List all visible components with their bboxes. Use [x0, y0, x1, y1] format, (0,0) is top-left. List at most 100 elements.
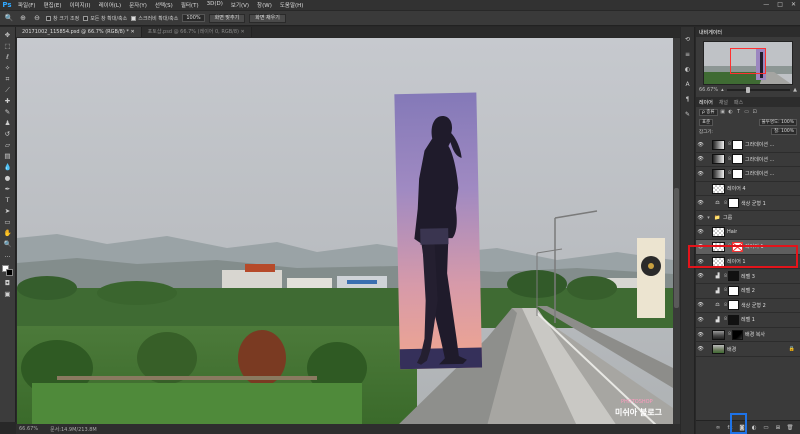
layer-row[interactable]: 👁 ▟ 8 레벨 3	[696, 269, 800, 284]
color-swatches[interactable]	[1, 265, 14, 277]
menu-item-7[interactable]: 3D(D)	[203, 1, 227, 9]
delete-layer-icon[interactable]: 🗑	[786, 424, 794, 432]
layer-row[interactable]: 👁 8 그라데이션 ...	[696, 153, 800, 168]
visibility-eye-icon[interactable]: 👁	[696, 346, 705, 352]
document-canvas[interactable]: PHOTOSHOP 미쉬아 블로그	[17, 38, 673, 426]
checkbox-box[interactable]	[131, 15, 137, 21]
menu-item-3[interactable]: 레이어(L)	[95, 1, 126, 9]
dodge-tool-icon[interactable]: ●	[3, 174, 13, 183]
tab-layers[interactable]: 레이어	[699, 99, 713, 106]
visibility-eye-icon[interactable]: 👁	[696, 142, 705, 148]
visibility-eye-icon[interactable]: 👁	[696, 229, 705, 235]
checkbox-box[interactable]	[83, 15, 89, 21]
layer-row[interactable]: ▟ 8 레벨 2	[696, 284, 800, 299]
marquee-tool-icon[interactable]: ⬚	[3, 42, 13, 51]
menu-item-10[interactable]: 도움말(H)	[276, 1, 308, 9]
navigator-view-box[interactable]	[730, 48, 766, 74]
menu-item-5[interactable]: 선택(S)	[151, 1, 177, 9]
tab-navigator[interactable]: 내비게이터	[699, 29, 722, 36]
quick-mask-icon[interactable]: ◘	[3, 279, 13, 288]
layer-row[interactable]: 레이어 4	[696, 182, 800, 197]
layer-mask-thumbnail[interactable]	[732, 154, 743, 165]
filter-pixel-icon[interactable]: ▣	[720, 109, 726, 116]
tab-document-main[interactable]: 20171002_115854.psd @ 66.7% (RGB/8) * ✕	[16, 27, 142, 37]
gradient-tool-icon[interactable]: ▤	[3, 152, 13, 161]
fill-screen-button[interactable]: 화면 채우기	[249, 13, 286, 23]
eraser-tool-icon[interactable]: ▱	[3, 141, 13, 150]
menu-item-4[interactable]: 문자(Y)	[125, 1, 151, 9]
layer-mask-thumbnail[interactable]	[728, 314, 739, 325]
brush-panel-icon[interactable]: ✎	[683, 110, 692, 119]
type-tool-icon[interactable]: T	[3, 196, 13, 205]
layer-row[interactable]: 👁 ⚖ 8 색상 균형 1	[696, 196, 800, 211]
zoom-in-large-icon[interactable]: ▲	[793, 87, 797, 93]
menu-item-2[interactable]: 이미지(I)	[65, 1, 94, 9]
path-selection-tool-icon[interactable]: ➤	[3, 207, 13, 216]
layer-mask-thumbnail[interactable]	[732, 168, 743, 179]
layer-mask-thumbnail[interactable]	[732, 329, 743, 340]
history-panel-icon[interactable]: ⟲	[683, 35, 692, 44]
layer-filter-select[interactable]: ρ 종류	[699, 109, 718, 116]
visibility-eye-icon[interactable]: 👁	[696, 171, 705, 177]
scrubby-zoom-checkbox[interactable]: 스크러비 확대/축소	[131, 15, 178, 22]
link-layers-icon[interactable]: ∞	[714, 424, 722, 432]
menu-item-9[interactable]: 창(W)	[253, 1, 276, 9]
hand-tool-icon[interactable]: ✋	[3, 229, 13, 238]
opacity-field[interactable]: 불투명도: 100%	[758, 119, 797, 126]
screen-mode-icon[interactable]: ▣	[3, 290, 13, 299]
resize-windows-checkbox[interactable]: 창 크기 조정	[46, 15, 79, 22]
visibility-eye-icon[interactable]: 👁	[696, 332, 705, 338]
navigator-zoom-slider[interactable]	[726, 87, 791, 93]
tab-document-second[interactable]: 포토샵.psd @ 66.7% (레이어 0, RGB/8) ✕	[141, 27, 252, 37]
navigator-zoom-value[interactable]: 66.67%	[699, 87, 718, 93]
layer-row[interactable]: 👁 배경 🔒	[696, 342, 800, 357]
healing-brush-tool-icon[interactable]: ✚	[3, 97, 13, 106]
layer-mask-thumbnail[interactable]	[732, 139, 743, 150]
menu-item-1[interactable]: 편집(E)	[40, 1, 66, 9]
blend-mode-select[interactable]: 표준	[699, 119, 714, 126]
visibility-eye-icon[interactable]: 👁	[696, 302, 705, 308]
blur-tool-icon[interactable]: 💧	[3, 163, 13, 172]
layer-mask-thumbnail[interactable]	[728, 198, 739, 209]
layer-row[interactable]: 👁 Hair	[696, 226, 800, 241]
zoom-tool-icon[interactable]: 🔍	[3, 240, 13, 249]
visibility-eye-icon[interactable]: 👁	[696, 215, 705, 221]
properties-panel-icon[interactable]: ≡	[683, 50, 692, 59]
new-group-icon[interactable]: ▭	[762, 424, 770, 432]
close-button[interactable]: ✕	[791, 1, 796, 8]
clone-stamp-tool-icon[interactable]: ♟	[3, 119, 13, 128]
zoom-out-small-icon[interactable]: ▴	[721, 87, 724, 93]
fill-field[interactable]: 칠: 100%	[771, 128, 797, 135]
tab-paths[interactable]: 패스	[734, 99, 743, 106]
layer-row[interactable]: 👁 ⚖ 8 색상 균형 2	[696, 299, 800, 314]
menu-item-0[interactable]: 파일(F)	[14, 1, 40, 9]
new-adjustment-layer-icon[interactable]: ◐	[750, 424, 758, 432]
status-zoom[interactable]: 66.67%	[19, 426, 38, 432]
rectangle-tool-icon[interactable]: ▭	[3, 218, 13, 227]
move-tool-icon[interactable]: ✥	[3, 31, 13, 40]
filter-smart-icon[interactable]: ⊡	[752, 109, 758, 116]
crop-tool-icon[interactable]: ⌗	[3, 75, 13, 84]
zoom-100-button[interactable]: 100%	[182, 14, 205, 22]
group-expand-icon[interactable]: ▾	[705, 215, 712, 221]
filter-adjust-icon[interactable]: ◐	[728, 109, 734, 116]
visibility-eye-icon[interactable]: 👁	[696, 317, 705, 323]
paragraph-panel-icon[interactable]: ¶	[683, 95, 692, 104]
zoom-tool-icon[interactable]: 🔍	[4, 13, 14, 23]
layer-row[interactable]: 👁 8 배경 복사	[696, 328, 800, 343]
tab-channels[interactable]: 채널	[719, 99, 728, 106]
adjustments-panel-icon[interactable]: ◐	[683, 65, 692, 74]
layer-row[interactable]: 👁 ▾ 📁 그룹	[696, 211, 800, 226]
history-brush-tool-icon[interactable]: ↺	[3, 130, 13, 139]
brush-tool-icon[interactable]: ✎	[3, 108, 13, 117]
scrollbar-thumb[interactable]	[674, 188, 679, 308]
zoom-slider-knob[interactable]	[745, 87, 750, 93]
navigator-thumbnail[interactable]	[703, 41, 793, 85]
more-tools-icon[interactable]: …	[3, 251, 13, 260]
background-color-swatch[interactable]	[5, 269, 13, 276]
eyedropper-tool-icon[interactable]: ⟋	[3, 86, 13, 95]
canvas-vertical-scrollbar[interactable]	[673, 38, 680, 426]
character-panel-icon[interactable]: A	[683, 80, 692, 89]
checkbox-box[interactable]	[46, 15, 51, 21]
layer-row[interactable]: 👁 ▟ 8 레벨 1	[696, 313, 800, 328]
